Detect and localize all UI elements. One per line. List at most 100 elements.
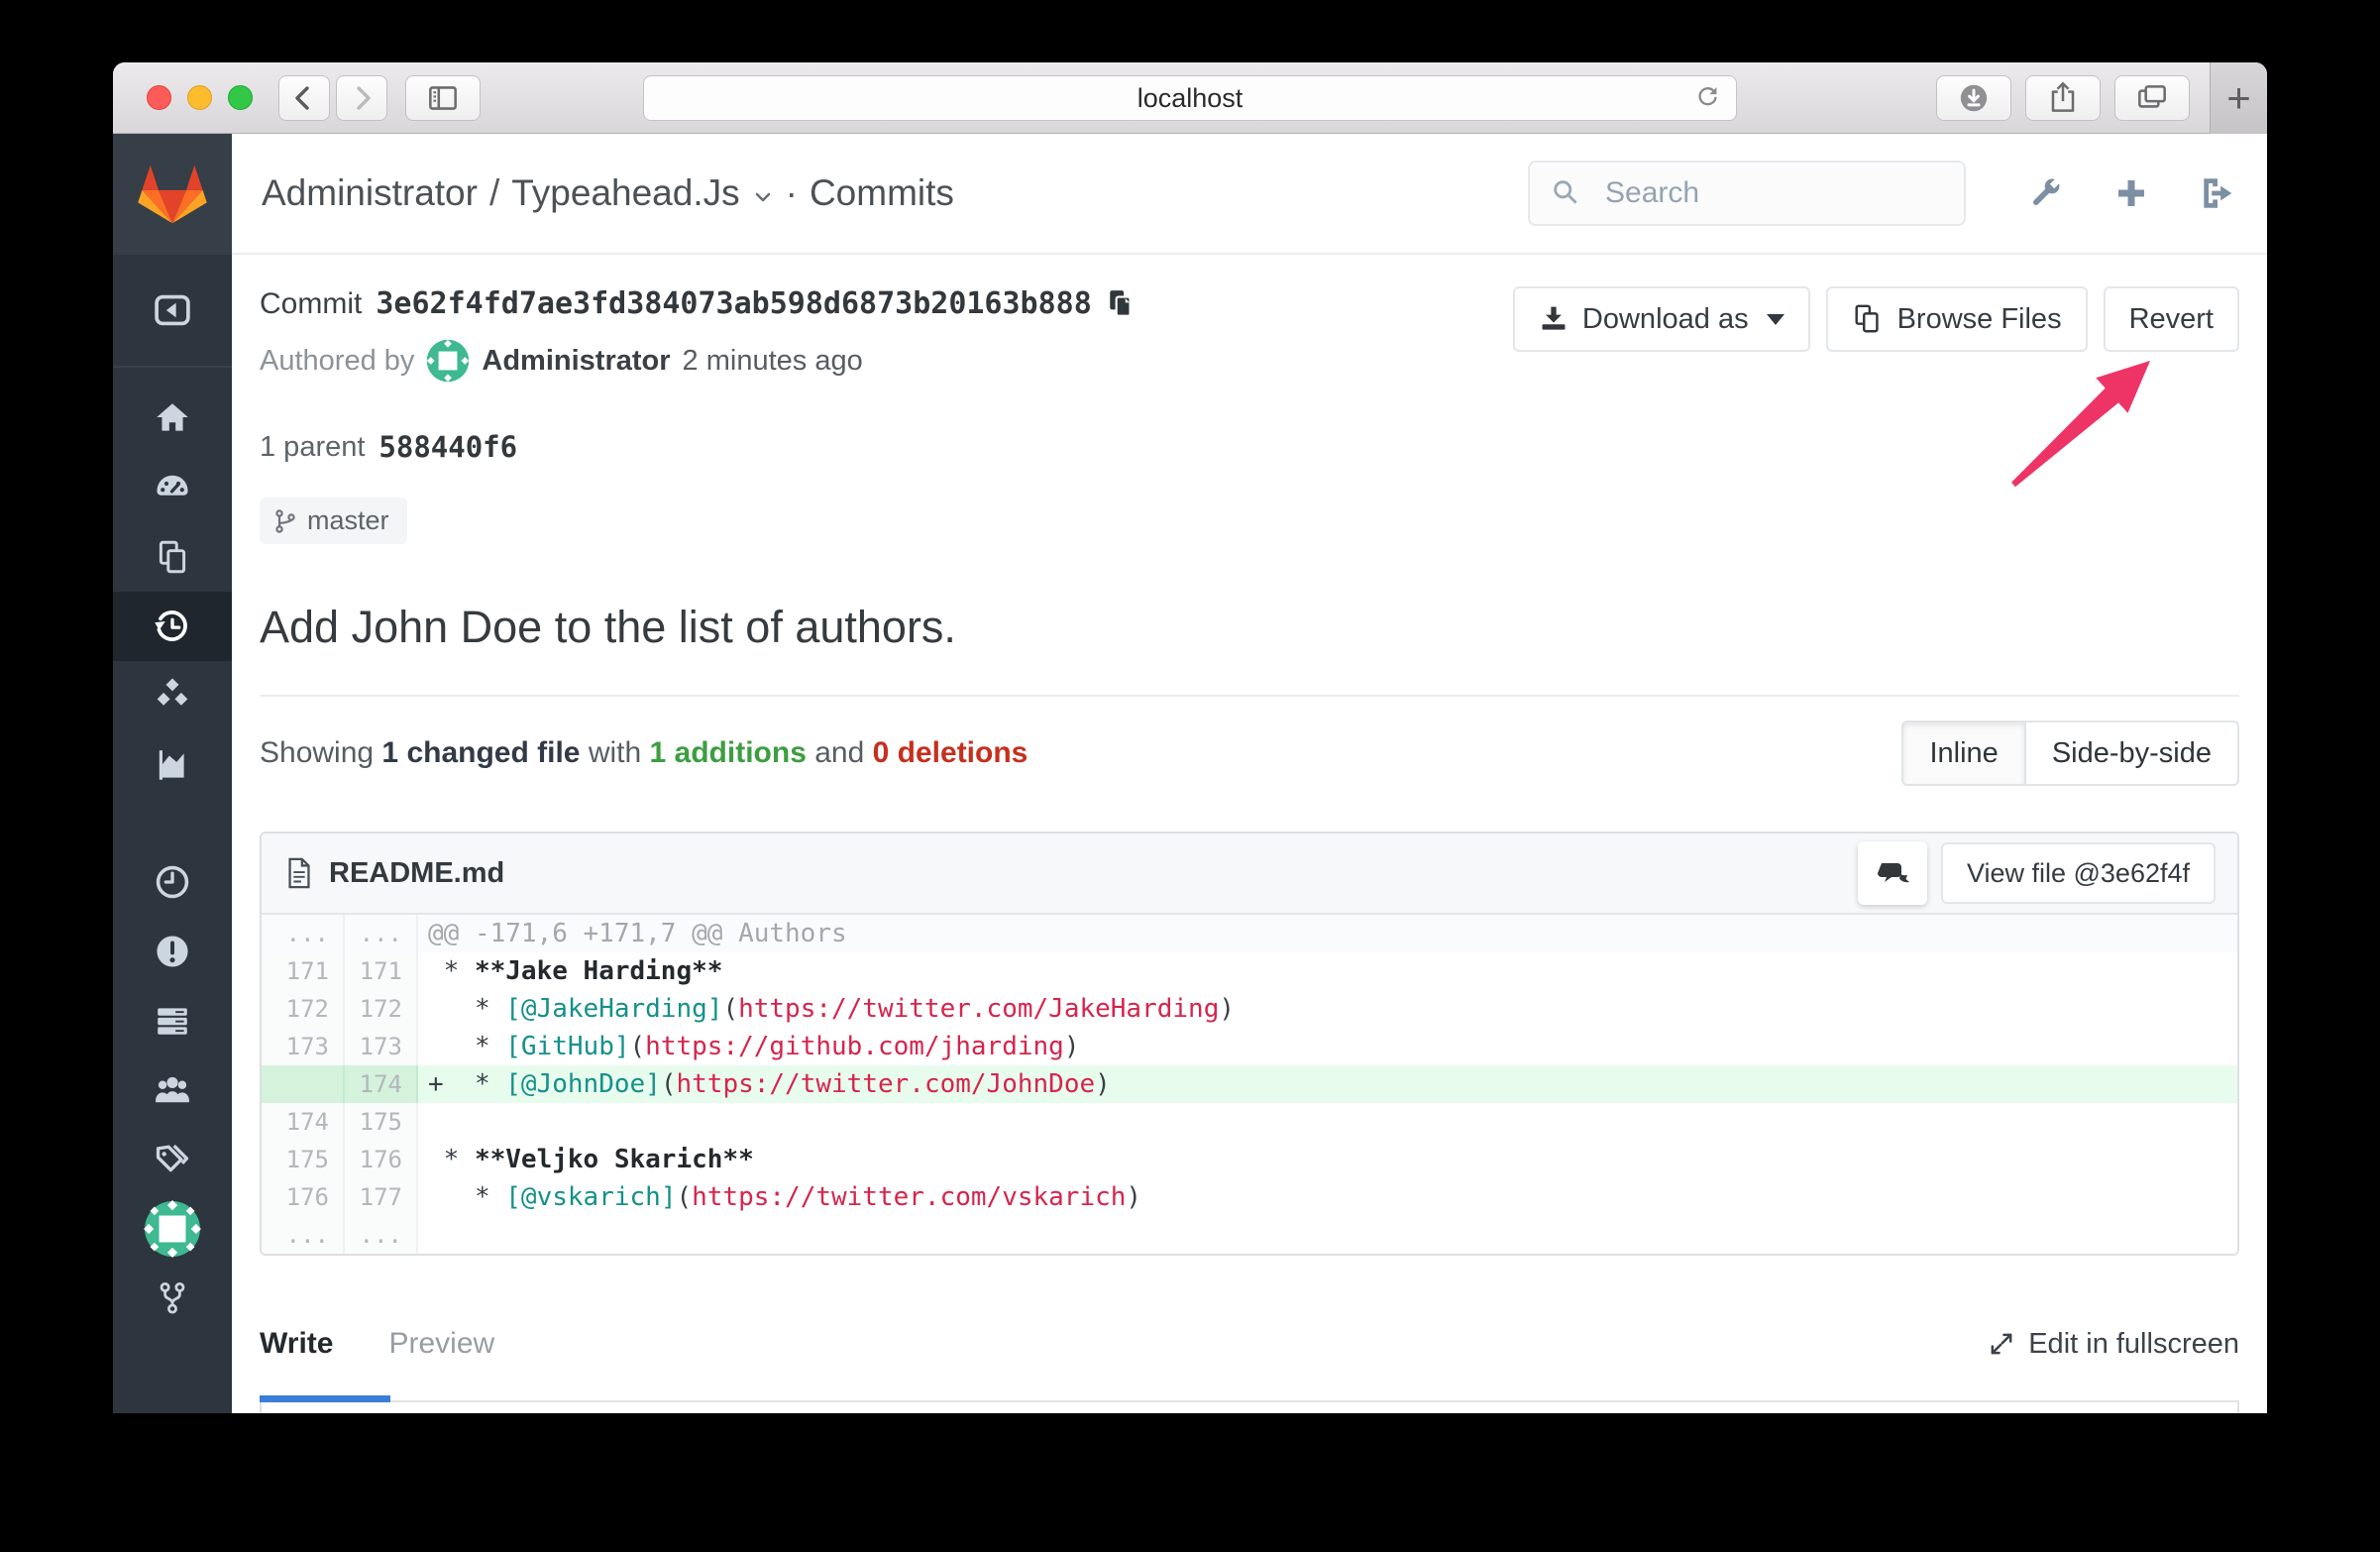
forward-button[interactable]: [336, 74, 387, 121]
divider: [260, 695, 2239, 697]
sidebar-item-users[interactable]: [113, 1055, 232, 1125]
view-file-button[interactable]: View file @3e62f4f: [1940, 842, 2216, 904]
old-line-number[interactable]: 175: [262, 1141, 345, 1178]
search-input[interactable]: [1528, 161, 1966, 226]
gitlab-logo-area[interactable]: [113, 134, 232, 255]
sidebar-item-packages[interactable]: [113, 661, 232, 730]
zoom-window-button[interactable]: [228, 85, 253, 110]
minimize-window-button[interactable]: [187, 85, 212, 110]
edit-fullscreen-label: Edit in fullscreen: [2028, 1327, 2239, 1360]
stats-prefix: Showing: [260, 736, 375, 769]
author-name[interactable]: Administrator: [482, 345, 670, 378]
downloads-icon: [1960, 84, 1988, 112]
sidebar-item-servers[interactable]: [113, 986, 232, 1055]
sidebar-item-fork[interactable]: [113, 1264, 232, 1333]
dashboard-gauge-icon: [157, 475, 188, 496]
inline-toggle-button[interactable]: Inline: [1901, 721, 2026, 786]
browse-files-button[interactable]: Browse Files: [1825, 286, 2088, 352]
tab-overview-button[interactable]: [2114, 75, 2190, 121]
old-line-number[interactable]: 172: [262, 990, 345, 1028]
new-line-number[interactable]: ...: [345, 1216, 418, 1254]
new-line-number[interactable]: 175: [345, 1103, 418, 1141]
back-button[interactable]: [278, 74, 330, 121]
sidebar-item-time[interactable]: [113, 847, 232, 917]
comment-textarea[interactable]: [260, 1402, 2239, 1413]
wrench-icon[interactable]: [2025, 173, 2065, 213]
chevron-down-icon[interactable]: [752, 186, 774, 208]
sidebar-collapse-button[interactable]: [113, 255, 232, 368]
sidebar-item-issues[interactable]: [113, 917, 232, 986]
old-line-number[interactable]: [262, 1065, 345, 1103]
breadcrumb-separator: /: [488, 172, 500, 213]
commit-time: 2 minutes ago: [682, 344, 863, 377]
new-line-number[interactable]: ...: [345, 915, 418, 952]
new-line-number[interactable]: 174: [345, 1065, 418, 1103]
old-line-number[interactable]: 173: [262, 1028, 345, 1065]
sidebar-item-dashboard[interactable]: [113, 453, 232, 522]
window-controls: [147, 85, 253, 110]
share-button[interactable]: [2025, 75, 2101, 121]
browser-window: localhost + Administrator / Typeahead.Js…: [113, 62, 2267, 1413]
parent-sha[interactable]: 588440f6: [379, 430, 517, 464]
sidebar-item-analytics[interactable]: [113, 730, 232, 800]
stats-changed: 1 changed file: [381, 736, 581, 769]
old-line-number[interactable]: ...: [262, 915, 345, 952]
diff-line-content: * [@vskarich](https://twitter.com/vskari…: [428, 1182, 1142, 1212]
comment-button[interactable]: [1857, 841, 1927, 905]
new-line-number[interactable]: 173: [345, 1028, 418, 1065]
sidebar-item-labels[interactable]: [113, 1125, 232, 1194]
sidebar-item-profile[interactable]: [113, 1194, 232, 1264]
commit-actions: Download as Browse Files Revert: [1512, 286, 2239, 352]
refresh-button[interactable]: [1692, 83, 1724, 122]
edit-fullscreen-button[interactable]: Edit in fullscreen: [1987, 1328, 2239, 1361]
diff-file-name-area[interactable]: README.md: [283, 856, 504, 890]
sidebar-toggle-button[interactable]: [405, 74, 481, 121]
old-line-number[interactable]: ...: [262, 1216, 345, 1254]
commit-label: Commit: [260, 286, 363, 320]
new-line-number[interactable]: 171: [345, 952, 418, 990]
new-line-number[interactable]: 177: [345, 1178, 418, 1216]
tab-preview[interactable]: Preview: [388, 1327, 494, 1361]
sign-out-icon[interactable]: [2198, 173, 2237, 213]
new-line-number[interactable]: 172: [345, 990, 418, 1028]
old-line-number[interactable]: 176: [262, 1178, 345, 1216]
downloads-button[interactable]: [1936, 75, 2011, 121]
sidebar-item-projects[interactable]: [113, 522, 232, 592]
diff-table: ...... @@ -171,6 +171,7 @@ Authors 171 171 …: [262, 915, 2237, 1254]
breadcrumb-owner[interactable]: Administrator: [262, 172, 478, 214]
stats-deletions: 0 deletions: [872, 736, 1028, 769]
copy-to-clipboard-icon[interactable]: [1106, 288, 1137, 320]
diff-line-content: * [GitHub](https://github.com/jharding): [428, 1032, 1080, 1061]
branch-pill[interactable]: master: [260, 498, 407, 544]
diff-file-header: README.md View file @3e62f4f: [262, 833, 2237, 915]
exclamation-circle-icon: [157, 936, 188, 967]
old-line-number[interactable]: 174: [262, 1103, 345, 1141]
tab-write[interactable]: Write: [260, 1327, 333, 1361]
active-tab-indicator: [260, 1395, 390, 1402]
stats-with: with: [588, 736, 642, 769]
revert-button[interactable]: Revert: [2103, 286, 2239, 352]
inline-label: Inline: [1929, 736, 1999, 769]
diff-stats: Showing 1 changed file with 1 additions …: [260, 736, 1028, 770]
browse-files-icon: [1855, 304, 1879, 333]
author-avatar[interactable]: [426, 339, 470, 383]
gitlab-app: Administrator / Typeahead.Js · Commits S…: [113, 134, 2267, 1413]
history-icon: [155, 610, 187, 641]
plus-icon[interactable]: [2112, 174, 2150, 212]
parent-line: 1 parent 588440f6: [260, 430, 2239, 464]
main-content: Commit 3e62f4fd7ae3fd384073ab598d6873b20…: [232, 255, 2267, 1413]
close-window-button[interactable]: [147, 85, 171, 110]
download-as-button[interactable]: Download as: [1512, 286, 1810, 352]
breadcrumb-project[interactable]: Typeahead.Js: [511, 172, 739, 214]
toolbar-right-buttons: [1936, 75, 2190, 121]
old-line-number[interactable]: 171: [262, 952, 345, 990]
address-bar[interactable]: localhost: [643, 75, 1737, 121]
new-line-number[interactable]: 176: [345, 1141, 418, 1178]
sidebar-item-home[interactable]: [113, 384, 232, 453]
gitlab-header: Administrator / Typeahead.Js · Commits: [232, 134, 2267, 255]
sidebar-item-history[interactable]: [113, 592, 232, 661]
side-by-side-toggle-button[interactable]: Side-by-side: [2023, 721, 2239, 786]
tabs-underline: [260, 1394, 2239, 1402]
page: Administrator / Typeahead.Js · Commits S…: [232, 134, 2267, 1413]
new-tab-button[interactable]: +: [2210, 62, 2267, 134]
